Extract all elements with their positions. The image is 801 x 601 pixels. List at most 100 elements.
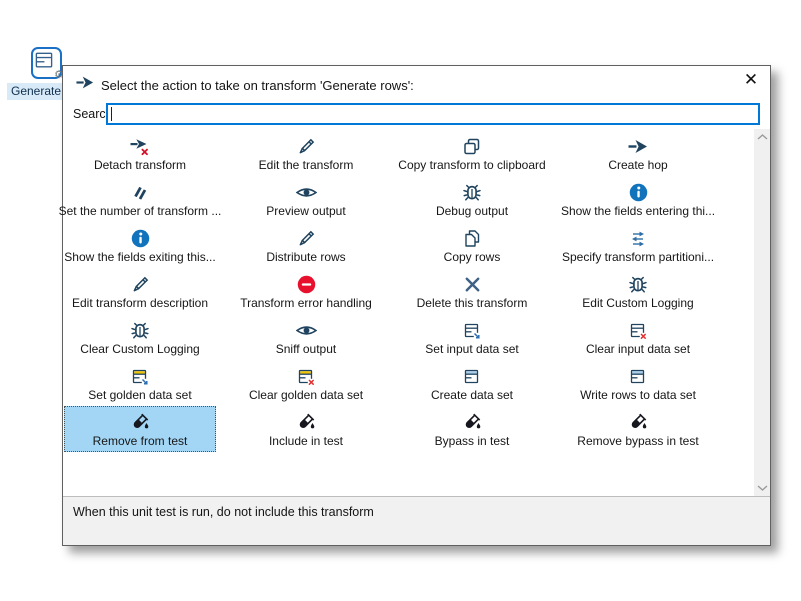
action-label: Create hop: [608, 158, 667, 172]
close-icon[interactable]: ✕: [741, 70, 761, 90]
action-preview-output[interactable]: Preview output: [230, 176, 382, 222]
detach-icon: [130, 136, 150, 157]
action-copy-rows[interactable]: Copy rows: [396, 222, 548, 268]
action-debug-output[interactable]: Debug output: [396, 176, 548, 222]
action-clear-custom-logging[interactable]: Clear Custom Logging: [64, 314, 216, 360]
action-remove-bypass-in-test[interactable]: Remove bypass in test: [562, 406, 714, 452]
action-label: Remove bypass in test: [577, 434, 698, 448]
action-copy-transform-to-clipboard[interactable]: Copy transform to clipboard: [396, 130, 548, 176]
testtube-icon: [462, 412, 483, 433]
action-label: Clear input data set: [586, 342, 690, 356]
action-edit-transform[interactable]: Edit the transform: [230, 130, 382, 176]
text-caret: [111, 107, 112, 121]
pencil-icon: [296, 136, 316, 157]
action-sniff-output[interactable]: Sniff output: [230, 314, 382, 360]
action-write-rows-to-data-set[interactable]: Write rows to data set: [562, 360, 714, 406]
scroll-up-icon[interactable]: [754, 129, 770, 145]
action-label: Copy rows: [444, 250, 501, 264]
pages-icon: [462, 228, 482, 249]
hop-icon: [628, 136, 648, 157]
action-delete-transform[interactable]: Delete this transform: [396, 268, 548, 314]
pencil-icon: [130, 274, 150, 295]
action-label: Edit transform description: [72, 296, 208, 310]
action-bypass-in-test[interactable]: Bypass in test: [396, 406, 548, 452]
scroll-down-icon[interactable]: [754, 480, 770, 496]
table-rows-icon: [33, 49, 55, 72]
action-clear-golden-data-set[interactable]: Clear golden data set: [230, 360, 382, 406]
hop-arrow-icon: [76, 76, 94, 94]
testtube-icon: [628, 412, 649, 433]
action-clear-input-data-set[interactable]: Clear input data set: [562, 314, 714, 360]
action-label: Preview output: [266, 204, 345, 218]
action-label: Create data set: [431, 388, 513, 402]
dialog-title-row: Select the action to take on transform '…: [76, 75, 414, 95]
transform-step-label: Generate: [7, 83, 65, 100]
action-specify-partitioning[interactable]: Specify transform partitioni...: [562, 222, 714, 268]
action-label: Set the number of transform ...: [59, 204, 222, 218]
action-label: Clear golden data set: [249, 388, 363, 402]
action-label: Detach transform: [94, 158, 186, 172]
action-remove-from-test[interactable]: Remove from test: [64, 406, 216, 452]
action-label: Distribute rows: [266, 250, 345, 264]
action-set-number-of-copies[interactable]: Set the number of transform ...: [64, 176, 216, 222]
action-label: Edit Custom Logging: [582, 296, 693, 310]
action-create-data-set[interactable]: Create data set: [396, 360, 548, 406]
dataset-create-icon: [628, 366, 648, 387]
eye-icon: [296, 182, 317, 203]
vertical-scrollbar[interactable]: [754, 129, 770, 496]
action-create-hop[interactable]: Create hop: [562, 130, 714, 176]
action-error-handling[interactable]: Transform error handling: [230, 268, 382, 314]
dataset-create-icon: [462, 366, 482, 387]
action-label: Specify transform partitioni...: [562, 250, 714, 264]
error-icon: [297, 274, 316, 295]
bug-icon: [462, 182, 482, 203]
action-label: Remove from test: [93, 434, 188, 448]
action-label: Show the fields exiting this...: [64, 250, 215, 264]
action-show-fields-entering[interactable]: Show the fields entering thi...: [562, 176, 714, 222]
eye-icon: [296, 320, 317, 341]
action-edit-custom-logging[interactable]: Edit Custom Logging: [562, 268, 714, 314]
action-label: Transform error handling: [240, 296, 372, 310]
action-distribute-rows[interactable]: Distribute rows: [230, 222, 382, 268]
info-icon: [131, 228, 150, 249]
dialog-title: Select the action to take on transform '…: [101, 78, 414, 93]
action-label: Show the fields entering thi...: [561, 204, 715, 218]
status-text: When this unit test is run, do not inclu…: [73, 505, 374, 519]
action-edit-description[interactable]: Edit transform description: [64, 268, 216, 314]
dataset-clear-icon: [628, 320, 648, 341]
action-label: Copy transform to clipboard: [398, 158, 545, 172]
action-show-fields-exiting[interactable]: Show the fields exiting this...: [64, 222, 216, 268]
copy-icon: [462, 136, 482, 157]
action-label: Edit the transform: [259, 158, 354, 172]
action-grid: Detach transform Edit the transform Copy t…: [64, 130, 714, 452]
status-bar: When this unit test is run, do not inclu…: [63, 496, 770, 545]
action-set-golden-data-set[interactable]: Set golden data set: [64, 360, 216, 406]
action-label: Include in test: [269, 434, 343, 448]
action-label: Set input data set: [425, 342, 518, 356]
search-input[interactable]: [106, 103, 760, 125]
action-label: Sniff output: [276, 342, 337, 356]
bug-icon: [130, 320, 150, 341]
dataset-golden-clear-icon: [296, 366, 316, 387]
action-set-input-data-set[interactable]: Set input data set: [396, 314, 548, 360]
action-label: Bypass in test: [435, 434, 510, 448]
transform-step-generate-rows[interactable]: ⚙: [31, 47, 62, 79]
action-label: Delete this transform: [417, 296, 528, 310]
partition-icon: [628, 228, 648, 249]
testtube-icon: [296, 412, 317, 433]
bug-icon: [628, 274, 648, 295]
dataset-set-icon: [462, 320, 482, 341]
dataset-golden-set-icon: [130, 366, 150, 387]
action-label: Clear Custom Logging: [80, 342, 199, 356]
action-label: Debug output: [436, 204, 508, 218]
info-icon: [629, 182, 648, 203]
action-detach-transform[interactable]: Detach transform: [64, 130, 216, 176]
action-label: Set golden data set: [88, 388, 191, 402]
action-include-in-test[interactable]: Include in test: [230, 406, 382, 452]
testtube-icon: [130, 412, 151, 433]
slashes-icon: [130, 182, 150, 203]
delete-icon: [463, 274, 482, 295]
action-label: Write rows to data set: [580, 388, 696, 402]
transform-action-dialog: Select the action to take on transform '…: [62, 65, 771, 546]
pencil-icon: [296, 228, 316, 249]
